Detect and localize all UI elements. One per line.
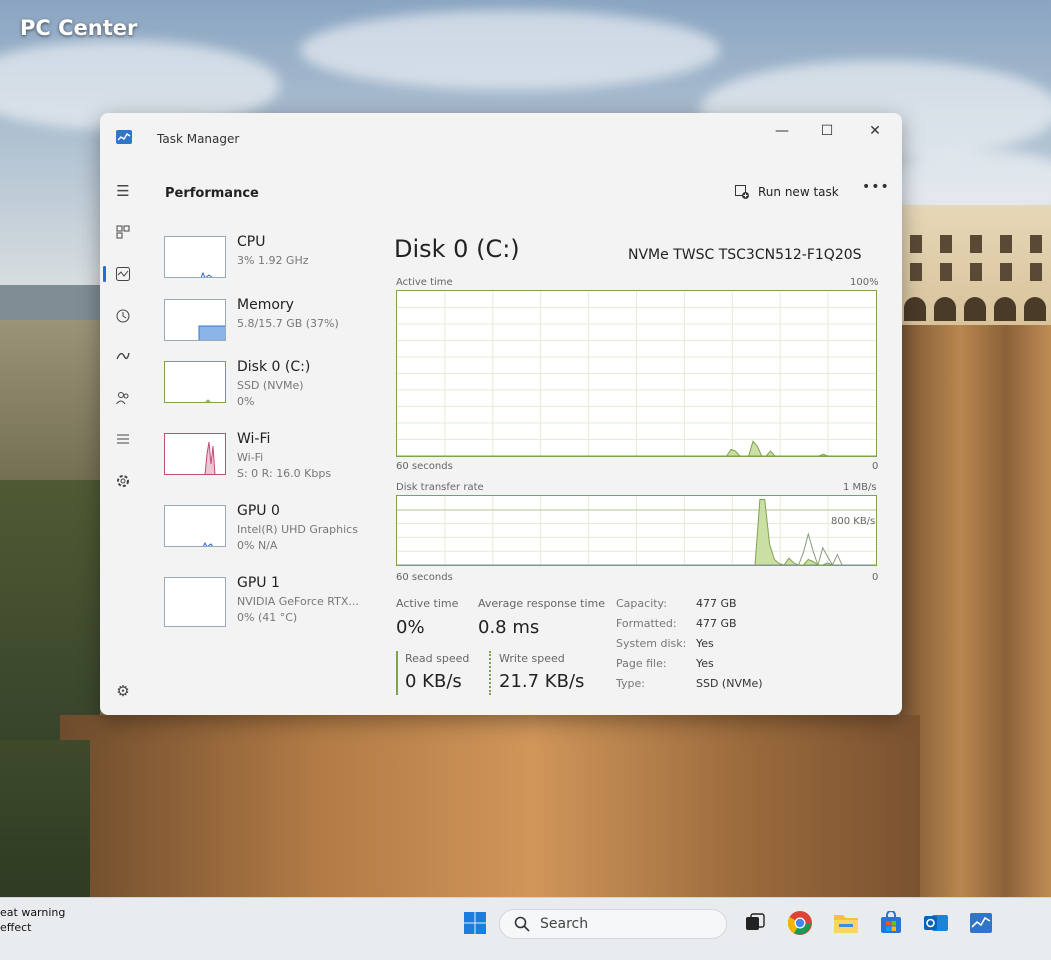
windows-start-icon[interactable]	[462, 910, 488, 936]
disk-title: Disk 0 (C:)	[394, 235, 520, 263]
property-value: Yes	[696, 657, 714, 670]
notification-text[interactable]: eat warning effect	[0, 905, 65, 935]
device-name: GPU 0	[237, 503, 280, 519]
search-placeholder: Search	[540, 916, 589, 932]
transfer-rate-graph-label: Disk transfer rate	[396, 482, 484, 493]
device-subtitle: Intel(R) UHD Graphics	[237, 523, 358, 536]
device-gpu-1[interactable]: GPU 1 NVIDIA GeForce RTX... 0% (41 °C)	[162, 575, 382, 631]
maximize-button[interactable]: ☐	[813, 119, 841, 143]
building-photo	[900, 205, 1051, 325]
active-time-label: Active time	[396, 597, 459, 610]
performance-icon[interactable]	[113, 264, 133, 284]
property-label: Page file:	[616, 657, 667, 670]
minimize-button[interactable]: —	[768, 119, 796, 143]
disk-model: NVMe TWSC TSC3CN512-F1Q20S	[628, 247, 862, 263]
task-manager-icon[interactable]	[968, 910, 994, 936]
property-label: System disk:	[616, 637, 687, 650]
task-manager-window: Task Manager — ☐ ✕ ☰ ⚙ Performance Run n…	[100, 113, 902, 715]
startup-apps-icon[interactable]	[113, 346, 133, 366]
avg-response-value: 0.8 ms	[478, 617, 540, 638]
transfer-rate-graph-min: 0	[872, 572, 879, 583]
device-memory[interactable]: Memory 5.8/15.7 GB (37%)	[162, 297, 382, 353]
file-explorer-icon[interactable]	[833, 910, 859, 936]
device-disk-0[interactable]: Disk 0 (C:) SSD (NVMe) 0%	[162, 359, 382, 415]
details-icon[interactable]	[113, 429, 133, 449]
device-detail: 0%	[237, 395, 255, 408]
device-name: GPU 1	[237, 575, 280, 591]
active-time-value: 0%	[396, 617, 425, 638]
wifi-thumbnail	[164, 433, 226, 475]
transfer-rate-graph-mid: 800 KB/s	[831, 516, 876, 527]
page-title: Performance	[165, 186, 259, 201]
device-cpu[interactable]: CPU 3% 1.92 GHz	[162, 234, 382, 290]
device-gpu-0[interactable]: GPU 0 Intel(R) UHD Graphics 0% N/A	[162, 503, 382, 559]
read-speed-indicator	[396, 651, 398, 695]
gpu1-thumbnail	[164, 577, 226, 627]
device-subtitle: SSD (NVMe)	[237, 379, 304, 392]
run-task-icon	[735, 185, 749, 199]
device-detail: 0% N/A	[237, 539, 278, 552]
run-new-task-label: Run new task	[758, 185, 839, 199]
more-options-button[interactable]: •••	[862, 179, 889, 201]
write-speed-indicator	[489, 651, 491, 695]
settings-icon[interactable]: ⚙	[113, 681, 133, 701]
read-speed-value: 0 KB/s	[405, 671, 462, 692]
device-name: CPU	[237, 234, 266, 250]
nav-active-indicator	[103, 266, 106, 282]
gpu0-thumbnail	[164, 505, 226, 547]
device-name: Wi-Fi	[237, 431, 271, 447]
run-new-task-button[interactable]: Run new task	[734, 181, 839, 203]
device-subtitle: 3% 1.92 GHz	[237, 254, 309, 267]
device-name: Memory	[237, 297, 294, 313]
transfer-rate-graph-max: 1 MB/s	[843, 482, 877, 493]
transfer-rate-graph: 800 KB/s	[396, 495, 877, 566]
window-title: Task Manager	[157, 132, 240, 146]
property-label: Type:	[616, 677, 645, 690]
active-time-graph-min: 0	[872, 461, 879, 472]
device-subtitle: NVIDIA GeForce RTX...	[237, 595, 359, 608]
property-value: Yes	[696, 637, 714, 650]
microsoft-store-icon[interactable]	[878, 910, 904, 936]
property-label: Formatted:	[616, 617, 677, 630]
write-speed-value: 21.7 KB/s	[499, 671, 585, 692]
avg-response-label: Average response time	[478, 597, 605, 610]
active-time-graph-max: 100%	[850, 277, 879, 288]
write-speed-label: Write speed	[499, 652, 565, 665]
close-button[interactable]: ✕	[861, 119, 889, 143]
device-wifi[interactable]: Wi-Fi Wi-Fi S: 0 R: 16.0 Kbps	[162, 431, 382, 487]
property-value: SSD (NVMe)	[696, 677, 763, 690]
device-name: Disk 0 (C:)	[237, 359, 311, 375]
search-icon	[514, 916, 530, 932]
title-bar[interactable]: Task Manager — ☐ ✕	[100, 113, 902, 147]
task-manager-app-icon	[116, 130, 132, 144]
device-subtitle: 5.8/15.7 GB (37%)	[237, 317, 339, 330]
property-label: Capacity:	[616, 597, 667, 610]
read-speed-label: Read speed	[405, 652, 470, 665]
active-time-graph-label: Active time	[396, 277, 453, 288]
task-view-icon[interactable]	[742, 910, 768, 936]
device-detail: 0% (41 °C)	[237, 611, 298, 624]
cpu-thumbnail	[164, 236, 226, 278]
watermark-brand: PC Center	[20, 16, 138, 40]
app-history-icon[interactable]	[113, 306, 133, 326]
disk-thumbnail	[164, 361, 226, 403]
property-value: 477 GB	[696, 617, 737, 630]
chrome-icon[interactable]	[787, 910, 813, 936]
processes-icon[interactable]	[113, 222, 133, 242]
active-time-graph-xlabel: 60 seconds	[396, 461, 453, 472]
taskbar-search-box[interactable]: Search	[499, 909, 727, 939]
outlook-icon[interactable]	[923, 910, 949, 936]
notification-line-1: eat warning	[0, 906, 66, 919]
property-value: 477 GB	[696, 597, 737, 610]
device-detail: S: 0 R: 16.0 Kbps	[237, 467, 332, 480]
transfer-rate-graph-xlabel: 60 seconds	[396, 572, 453, 583]
services-icon[interactable]	[113, 471, 133, 491]
users-icon[interactable]	[113, 388, 133, 408]
active-time-graph	[396, 290, 877, 457]
device-subtitle: Wi-Fi	[237, 451, 264, 464]
notification-line-2: effect	[0, 921, 32, 934]
memory-thumbnail	[164, 299, 226, 341]
hamburger-icon[interactable]: ☰	[113, 181, 133, 201]
